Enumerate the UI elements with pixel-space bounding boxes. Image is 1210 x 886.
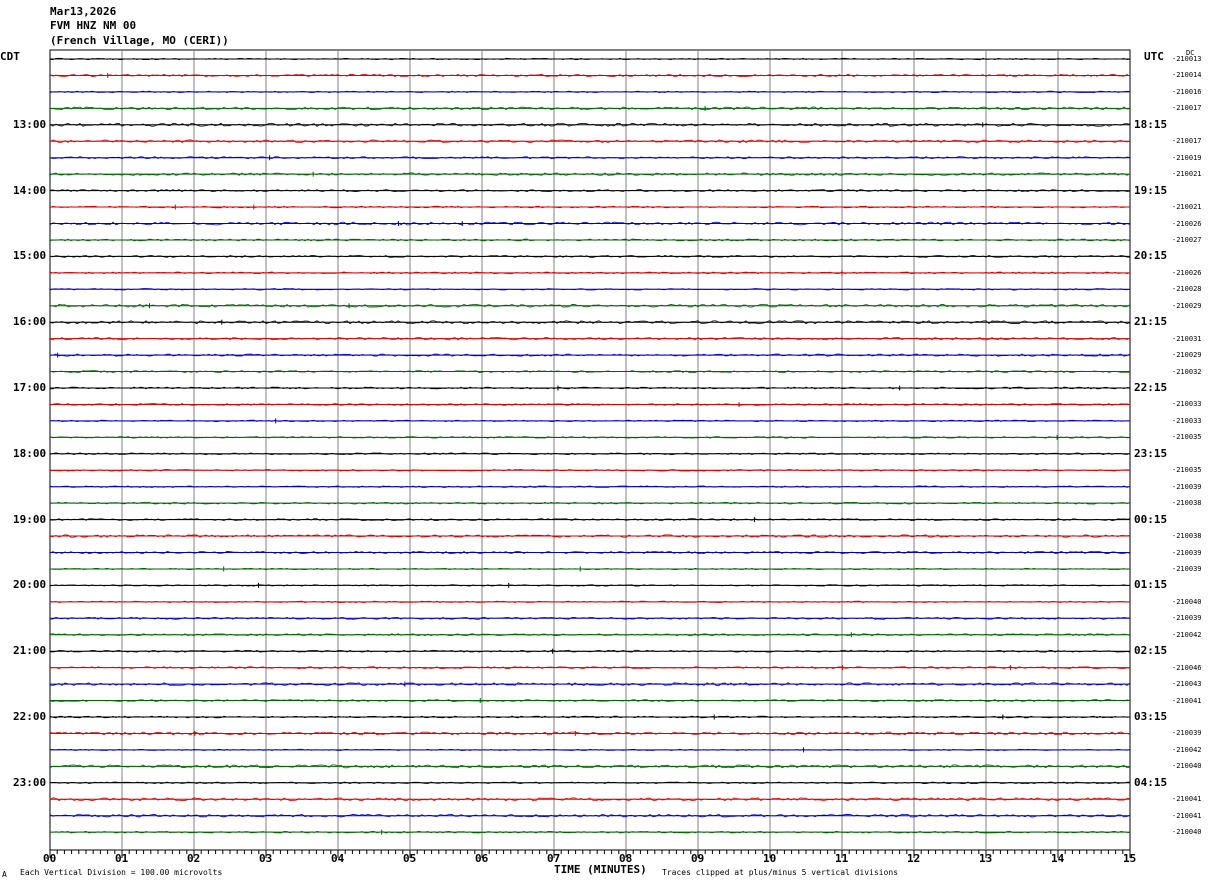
dc-offset-label: -210040: [1172, 762, 1202, 771]
right-hour-label: 00:15: [1134, 512, 1168, 526]
right-hour-label: 02:15: [1134, 644, 1168, 658]
dc-offset-label: -210028: [1172, 285, 1202, 294]
dc-offset-label: -210039: [1172, 729, 1202, 738]
dc-offset-label: -210040: [1172, 597, 1202, 606]
dc-offset-label: -210039: [1172, 614, 1202, 623]
left-hour-label: 15:00: [13, 249, 47, 263]
dc-offset-label: -210042: [1172, 745, 1202, 754]
helicorder-plot: [49, 49, 1131, 858]
seismic-trace: [49, 90, 1131, 94]
right-hour-label: 04:15: [1134, 775, 1168, 789]
left-hour-label: 18:00: [13, 446, 47, 460]
dc-offset-label: -210021: [1172, 203, 1202, 212]
x-tick-label: 13: [979, 852, 993, 865]
dc-offset-label: -210029: [1172, 351, 1202, 360]
dc-offset-label: -210041: [1172, 811, 1202, 820]
left-hour-label: 13:00: [13, 117, 47, 131]
right-hour-label: 03:15: [1134, 710, 1168, 723]
right-hour-label: 23:15: [1134, 446, 1168, 460]
dc-offset-label: -210026: [1172, 219, 1202, 228]
dc-offset-label: -210041: [1172, 696, 1202, 705]
clip-note: Traces clipped at plus/minus 5 vertical …: [662, 868, 899, 877]
seismic-trace: [49, 469, 1131, 472]
dc-offset-label: -210033: [1172, 400, 1202, 409]
dc-offset-label: -210039: [1172, 482, 1202, 491]
dc-offset-label: -210016: [1172, 87, 1202, 96]
dc-offset-label: -210035: [1172, 466, 1202, 475]
dc-offset-label: -210033: [1172, 416, 1202, 425]
right-hour-label: 21:15: [1134, 315, 1168, 329]
right-hour-label: 19:15: [1134, 183, 1168, 197]
dc-offset-label: -210013: [1172, 55, 1202, 63]
dc-offset-label: -210035: [1172, 433, 1202, 442]
left-hour-label: 16:00: [13, 315, 47, 329]
left-hour-label: 21:00: [13, 644, 47, 658]
plot-frame: [49, 49, 1131, 851]
x-tick-label: 09: [691, 852, 705, 865]
x-tick-label: 15: [1123, 852, 1137, 865]
dc-offset-label: -210046: [1172, 663, 1202, 672]
dc-offset-label: -210019: [1172, 153, 1202, 162]
dc-offset-label: -210040: [1172, 828, 1202, 837]
right-hour-label: 20:15: [1134, 249, 1168, 263]
x-tick-label: 01: [115, 852, 129, 865]
left-hour-label: 22:00: [13, 710, 47, 723]
dc-offset-label: -210038: [1172, 499, 1202, 508]
x-tick-label: 06: [475, 852, 489, 865]
x-tick-label: 03: [259, 852, 273, 865]
right-hour-label: 22:15: [1134, 381, 1168, 394]
dc-offset-label: -210026: [1172, 268, 1202, 277]
dc-offset-label: -210027: [1172, 235, 1202, 244]
dc-offset-label: -210042: [1172, 630, 1202, 639]
left-hour-label: 19:00: [13, 512, 47, 526]
dc-offset-label: -210041: [1172, 795, 1202, 804]
right-hour-label: 18:15: [1134, 117, 1168, 131]
left-hour-label: 23:00: [13, 775, 47, 789]
dc-offset-label: -210039: [1172, 564, 1202, 573]
dc-offset-label: -210021: [1172, 170, 1202, 179]
dc-offset-label: -210029: [1172, 301, 1202, 310]
dc-offset-label: -210039: [1172, 548, 1202, 557]
right-hour-label: 01:15: [1134, 578, 1168, 592]
x-tick-label: 14: [1051, 852, 1065, 865]
left-hour-label: 14:00: [13, 183, 47, 197]
x-tick-label: 12: [907, 852, 921, 865]
scale-note: Each Vertical Division = 100.00 microvol…: [20, 868, 223, 877]
dc-offset-label: -210038: [1172, 532, 1202, 541]
x-tick-label: 02: [187, 852, 201, 865]
dc-offset-label: -210031: [1172, 334, 1202, 343]
left-hour-label: 20:00: [13, 578, 47, 592]
dc-offset-label: -210017: [1172, 137, 1202, 146]
corner-mark: A: [2, 870, 7, 879]
x-tick-label: 10: [763, 852, 777, 865]
dc-offset-label: -210043: [1172, 680, 1202, 689]
x-tick-label: 11: [835, 852, 849, 865]
x-axis-label: TIME (MINUTES): [554, 863, 647, 876]
dc-offset-label: -210014: [1172, 71, 1202, 80]
dc-offset-label: -210017: [1172, 104, 1202, 113]
x-tick-label: 00: [43, 852, 57, 865]
x-tick-label: 05: [403, 852, 417, 865]
dc-offset-label: -210032: [1172, 367, 1202, 376]
x-tick-label: 04: [331, 852, 345, 865]
left-hour-label: 17:00: [13, 381, 47, 394]
